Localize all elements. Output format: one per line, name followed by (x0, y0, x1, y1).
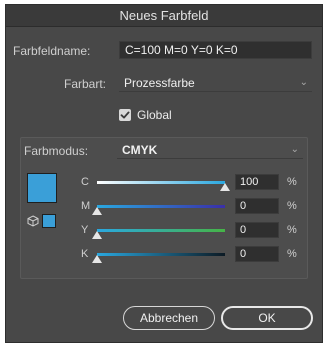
color-type-row: Farbart: (64, 77, 106, 91)
percent-unit-label: % (287, 176, 297, 188)
ok-button[interactable]: OK (221, 306, 313, 330)
channel-slider-thumb[interactable] (92, 255, 102, 263)
cube-icon[interactable] (27, 215, 39, 227)
color-mode-value: CMYK (122, 143, 158, 157)
global-checkbox[interactable] (119, 109, 131, 121)
gamut-swatch[interactable] (42, 214, 56, 228)
channel-label: C (81, 176, 89, 188)
swatch-name-input[interactable]: C=100 M=0 Y=0 K=0 (119, 41, 312, 59)
channel-slider-track[interactable] (97, 229, 225, 232)
color-preview-swatch (27, 173, 57, 203)
chevron-down-icon: ⌄ (290, 144, 299, 155)
color-mode-label: Farbmodus: (24, 144, 89, 158)
channel-slider-thumb[interactable] (92, 231, 102, 239)
percent-unit-label: % (287, 224, 297, 236)
percent-unit-label: % (287, 248, 297, 260)
color-type-select[interactable]: Prozessfarbe ⌄ (119, 74, 312, 92)
color-mode-select[interactable]: CMYK ⌄ (117, 141, 303, 159)
color-mode-row: Farbmodus: (24, 144, 88, 158)
cancel-button[interactable]: Abbrechen (123, 306, 215, 330)
channel-slider-thumb[interactable] (92, 207, 102, 215)
channel-value-input[interactable]: 0 (235, 246, 279, 262)
channel-label: M (81, 200, 91, 212)
dialog-title: Neues Farbfeld (6, 5, 322, 27)
swatch-name-row: Farbfeldname: (13, 44, 90, 58)
channel-slider-track[interactable] (97, 205, 225, 208)
percent-unit-label: % (287, 200, 297, 212)
channel-label: K (81, 248, 89, 260)
color-type-value: Prozessfarbe (124, 76, 195, 90)
swatch-name-label: Farbfeldname: (13, 44, 91, 58)
color-panel: Farbmodus: CMYK ⌄ C 100% M 0% Y 0% K 0% (20, 137, 308, 279)
channel-slider-thumb[interactable] (220, 183, 230, 191)
checkmark-icon (120, 111, 130, 119)
chevron-down-icon: ⌄ (299, 77, 308, 88)
new-swatch-dialog: Neues Farbfeld Farbfeldname: C=100 M=0 Y… (5, 4, 323, 343)
channel-value-input[interactable]: 0 (235, 198, 279, 214)
channel-value-input[interactable]: 0 (235, 222, 279, 238)
channel-slider-track[interactable] (97, 181, 225, 184)
channel-value-input[interactable]: 100 (235, 174, 279, 190)
color-type-label: Farbart: (64, 77, 107, 91)
channel-slider-track[interactable] (97, 253, 225, 256)
global-label: Global (137, 108, 172, 122)
global-row: Global (137, 108, 172, 122)
channel-label: Y (81, 224, 89, 236)
